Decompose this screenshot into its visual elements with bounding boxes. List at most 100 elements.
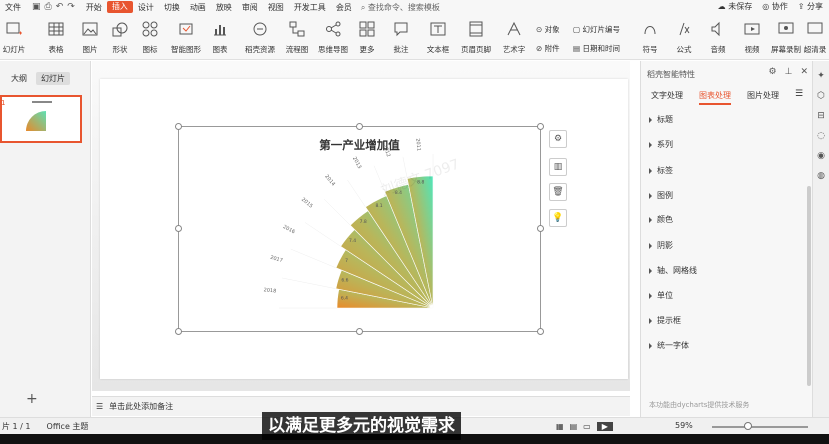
tab-chart-processing[interactable]: 图表处理 [699,90,731,105]
resize-handle-ml[interactable] [175,225,182,232]
tab-text-processing[interactable]: 文字处理 [651,90,683,105]
unsaved-status[interactable]: ☁ 未保存 [718,1,753,12]
share-button[interactable]: ⇪ 分享 [798,1,823,12]
section-unit[interactable]: 单位 [649,290,673,301]
chart-settings-icon[interactable]: ⚙ [549,130,567,148]
side-tool-icon[interactable]: ⊟ [813,111,829,121]
super-record-icon [807,22,823,34]
tab-outline[interactable]: 大纲 [6,72,32,85]
menu-member[interactable]: 会员 [331,2,357,13]
section-tooltip[interactable]: 提示框 [649,315,681,326]
flowchart-button[interactable]: 流程图 [277,20,317,55]
section-legend[interactable]: 图例 [649,190,673,201]
section-title[interactable]: 标题 [649,114,673,125]
section-axis-grid[interactable]: 轴、网格线 [649,265,697,276]
chart-type-icon[interactable]: ▥ [549,158,567,176]
resize-handle-br[interactable] [537,328,544,335]
header-footer-label: 页眉页脚 [461,45,491,54]
menu-insert[interactable]: 插入 [106,1,133,13]
datetime-button[interactable]: ▤ 日期和时间 [573,43,620,54]
slide-number-button[interactable]: ▢ 幻灯片编号 [573,24,620,35]
reading-view-icon[interactable]: ▭ [583,422,591,431]
zoom-slider[interactable] [712,426,808,428]
section-label[interactable]: 标签 [649,165,673,176]
resize-handle-tl[interactable] [175,123,182,130]
section-unified-font[interactable]: 统一字体 [649,340,689,351]
panel-footer: 本功能由dycharts提供技术服务 [649,401,750,409]
side-tool-icon[interactable]: ◉ [813,151,829,161]
side-tool-icon[interactable]: ◍ [813,171,829,181]
comment-button[interactable]: 批注 [381,20,421,55]
tab-slides[interactable]: 幻灯片 [36,72,70,85]
add-slide-icon[interactable]: + [26,391,38,407]
panel-pin-icon[interactable]: ⊥ [785,67,793,77]
section-shadow[interactable]: 阴影 [649,240,673,251]
save-icon[interactable]: ▣ [32,2,41,12]
side-tool-icon[interactable]: ◌ [813,131,829,141]
more-icon [359,21,375,37]
undo-icon[interactable]: ↶ [56,2,64,12]
collab-button[interactable]: ◎ 协作 [762,1,788,12]
expand-arrow-icon [649,116,652,123]
chart-delete-icon[interactable]: 🗑 [549,183,567,201]
resize-handle-tr[interactable] [537,123,544,130]
menu-transition[interactable]: 切换 [159,2,185,13]
chart-button[interactable]: 图表 [200,20,240,55]
chart-idea-icon[interactable]: 💡 [549,209,567,227]
menu-design[interactable]: 设计 [133,2,159,13]
wordart-button[interactable]: 艺术字 [494,20,534,55]
search-command[interactable]: ⌕ 查找命令、搜索模板 [361,2,440,13]
slide-thumbnail[interactable]: 1 [0,95,82,143]
chart-category-label: 2013 [351,156,362,170]
header-footer-button[interactable]: 页眉页脚 [456,20,496,55]
expand-arrow-icon [649,167,652,174]
menu-review[interactable]: 审阅 [237,2,263,13]
attachment-button[interactable]: ⊘ 附件 [536,43,560,54]
resize-handle-tm[interactable] [356,123,363,130]
side-tool-icon[interactable]: ✦ [813,71,829,81]
section-series[interactable]: 系列 [649,139,673,150]
expand-arrow-icon [649,342,652,349]
menu-file[interactable]: 文件 [0,2,26,13]
menu-view[interactable]: 视图 [263,2,289,13]
chart-value-label: 7 [345,258,348,264]
panel-menu-icon[interactable]: ☰ [795,89,803,99]
super-record-button[interactable]: 超清录 [800,20,829,55]
notes-placeholder[interactable]: 单击此处添加备注 [109,401,173,412]
panel-scrollbar[interactable] [807,186,811,386]
textbox-button[interactable]: 文本框 [418,20,458,55]
panel-settings-icon[interactable]: ⚙ [769,67,777,77]
resize-handle-bm[interactable] [356,328,363,335]
icon-button[interactable]: 图标 [130,20,170,55]
zoom-slider-knob[interactable] [744,422,752,430]
theme-name[interactable]: Office 主题 [31,421,89,432]
panel-title[interactable]: 稻壳智能特性 [647,69,695,80]
flowchart-icon [289,21,305,37]
print-icon[interactable]: ⎙ [45,2,52,12]
sorter-view-icon[interactable]: ▤ [570,422,578,431]
resize-handle-bl[interactable] [175,328,182,335]
section-color[interactable]: 颜色 [649,214,673,225]
chart-value-label: 6.4 [341,295,348,301]
tab-image-processing[interactable]: 图片处理 [747,90,779,105]
menu-slideshow[interactable]: 放映 [211,2,237,13]
icon-label: 图标 [142,45,158,54]
normal-view-icon[interactable]: ▦ [556,422,564,431]
play-icon[interactable]: ▶ [596,422,613,431]
docer-button[interactable]: 稻壳资源 [240,20,280,55]
radial-bar-chart[interactable]: 2018 6.4 2017 6.6 2016 7 2015 7.4 2014 7.8 2013 8.1… [179,127,542,333]
chart-category-label: 2011 [414,138,421,151]
menu-home[interactable]: 开始 [81,2,107,13]
menu-developer[interactable]: 开发工具 [289,2,331,13]
zoom-level[interactable]: 59% [675,421,693,430]
resize-handle-mr[interactable] [537,225,544,232]
menu-animation[interactable]: 动画 [185,2,211,13]
redo-icon[interactable]: ↷ [67,2,75,12]
object-button[interactable]: ⊙ 对象 [536,24,560,35]
section-label-label: 标签 [657,166,673,175]
side-tool-icon[interactable]: ⬡ [813,91,829,101]
slide-pane: 大纲 幻灯片 1 + [0,61,91,417]
chart-object[interactable]: 第一产业增加值 2018 6.4 2017 6.6 2016 7 2015 7.4 2014 7.… [178,126,541,332]
panel-close-icon[interactable]: ✕ [800,67,808,77]
new-slide-button[interactable]: 幻灯片 [0,20,34,55]
